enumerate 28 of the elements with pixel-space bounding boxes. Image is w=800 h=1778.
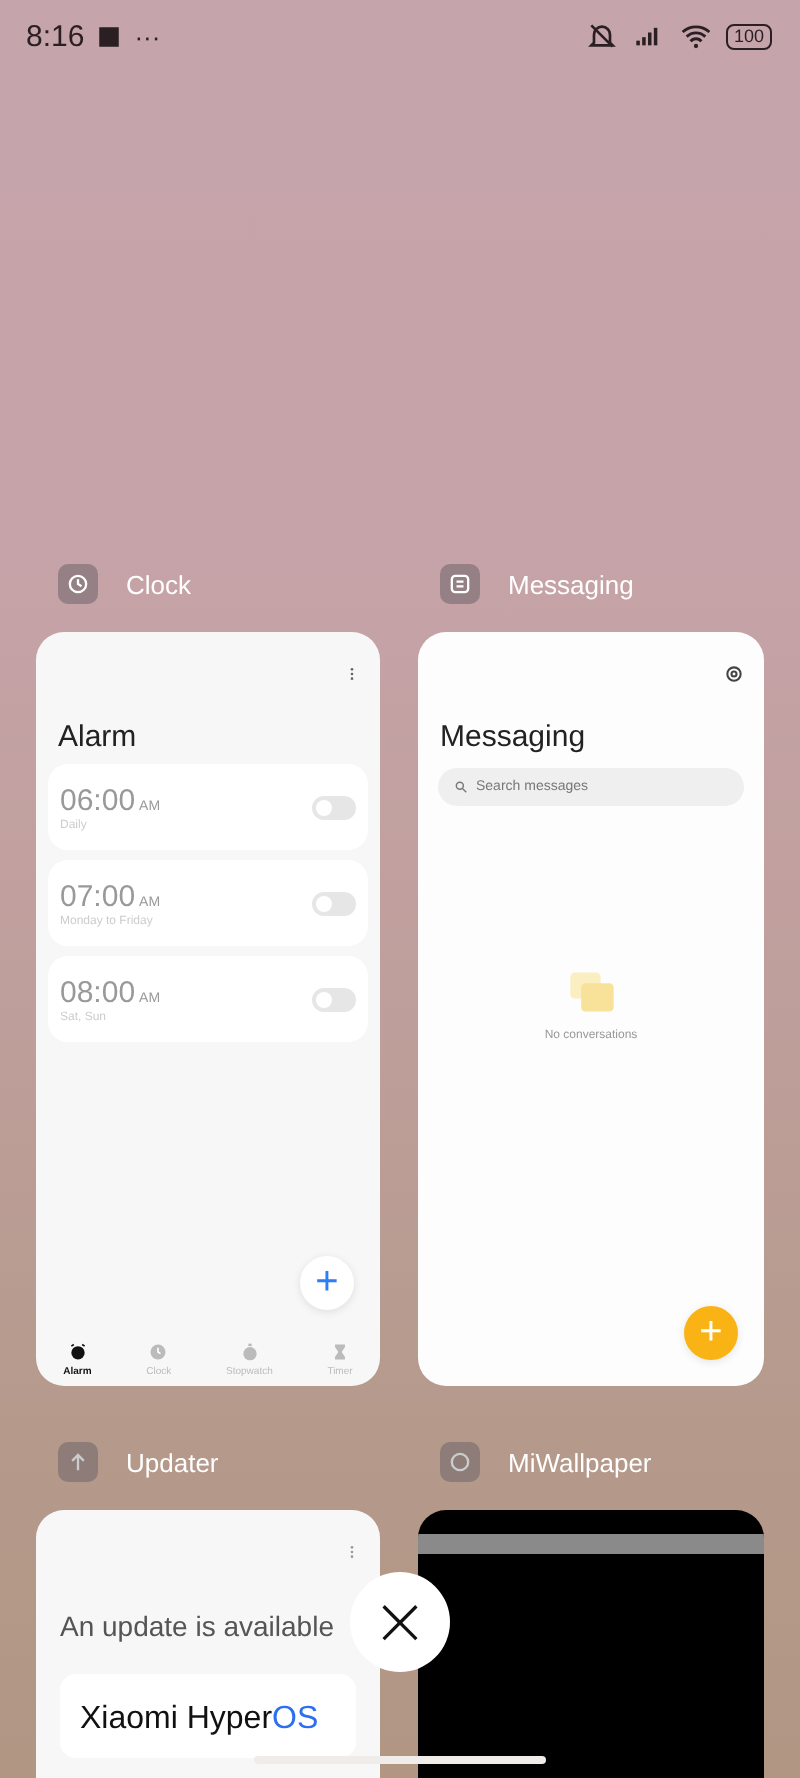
- add-button[interactable]: +: [300, 1256, 354, 1310]
- brand-logo: Xiaomi HyperOS: [60, 1674, 356, 1758]
- app-name: Clock: [126, 569, 192, 599]
- app-name: MiWallpaper: [508, 1447, 652, 1477]
- toggle-switch[interactable]: [312, 795, 356, 819]
- alarm-time: 07:00: [60, 879, 136, 913]
- alarm-time: 08:00: [60, 975, 136, 1009]
- square-icon: [96, 23, 123, 49]
- muted-bell-icon: [585, 20, 618, 52]
- settings-icon: [724, 664, 744, 684]
- stopwatch-icon: [239, 1342, 260, 1362]
- app-name: Updater: [126, 1447, 219, 1477]
- battery-level: 100: [725, 23, 772, 49]
- hourglass-icon: [330, 1342, 350, 1362]
- app-preview-card[interactable]: An update is available Xiaomi HyperOS: [36, 1510, 380, 1778]
- app-name: Messaging: [508, 569, 634, 599]
- status-time: 8:16: [26, 19, 85, 53]
- clock-icon: [148, 1342, 169, 1362]
- toggle-switch[interactable]: [312, 891, 356, 915]
- toggle-switch[interactable]: [312, 987, 356, 1011]
- screen-title: An update is available: [60, 1610, 336, 1642]
- screen-title: Messaging: [440, 720, 588, 754]
- search-icon: [454, 780, 468, 794]
- alarm-time: 06:00: [60, 783, 136, 817]
- wifi-icon: [677, 20, 714, 52]
- more-notifications: ···: [134, 21, 161, 51]
- screen-title: Alarm: [58, 720, 139, 754]
- alarm-clock-icon: [67, 1342, 88, 1362]
